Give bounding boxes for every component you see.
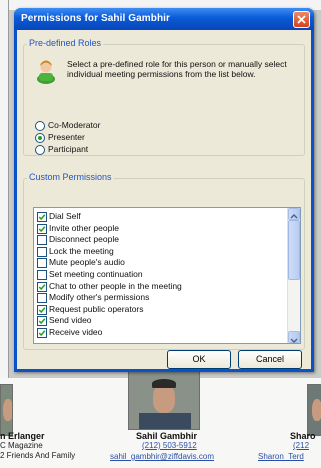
permissions-dialog: Permissions for Sahil Gambhir Pre-define… (14, 8, 314, 372)
cancel-button[interactable]: Cancel (238, 350, 302, 369)
checkbox[interactable] (37, 270, 47, 280)
scroll-up-button[interactable] (288, 208, 300, 220)
checkbox-checked[interactable] (37, 212, 47, 222)
permission-label: Receive video (49, 327, 103, 337)
checkmark-icon (38, 283, 46, 290)
scroll-thumb[interactable] (288, 220, 300, 280)
checkbox[interactable] (37, 246, 47, 257)
contact-photo-right[interactable] (307, 384, 321, 436)
radio-button[interactable] (35, 121, 45, 131)
checkbox[interactable] (37, 258, 47, 269)
checkbox-checked[interactable] (37, 304, 47, 315)
checkbox[interactable] (37, 235, 47, 246)
contact-phone-right[interactable]: (212 (293, 441, 309, 450)
custom-permissions-legend: Custom Permissions (27, 172, 114, 182)
dialog-title-bar[interactable]: Permissions for Sahil Gambhir (14, 8, 314, 30)
checkbox-checked[interactable] (37, 281, 47, 292)
permission-label: Invite other people (49, 222, 119, 233)
permission-label: Lock the meeting (49, 245, 114, 256)
chevron-down-icon (290, 338, 298, 343)
permission-label: Mute people's audio (49, 257, 125, 268)
contact-name-right: Sharo (290, 431, 316, 441)
permission-label: Set meeting continuation (49, 269, 143, 279)
contact-group-left: 2 Friends And Family (0, 451, 76, 460)
radio-button[interactable] (35, 145, 45, 155)
dialog-body: Pre-defined Roles Select a pre-defined r… (17, 30, 311, 369)
permission-label: Dial Self (49, 211, 81, 221)
checkbox-checked[interactable] (37, 328, 47, 338)
radio-button-selected[interactable] (35, 133, 45, 143)
contact-email-sahil[interactable]: sahil_gambhir@ziffdavis.com (110, 452, 214, 461)
checkbox[interactable] (37, 293, 47, 304)
user-icon (37, 60, 55, 84)
checkmark-icon (38, 318, 46, 325)
permission-label: Disconnect people (49, 234, 119, 245)
scroll-down-button[interactable] (288, 331, 300, 343)
contact-name-left: n Erlanger (0, 431, 45, 441)
role-description: Select a pre-defined role for this perso… (67, 59, 287, 79)
close-button[interactable] (293, 11, 310, 28)
permission-label: Send video (49, 315, 92, 326)
permissions-list[interactable]: Dial Self Invite other people Disconnect p… (33, 207, 301, 344)
dialog-title: Permissions for Sahil Gambhir (21, 13, 171, 24)
scrollbar[interactable] (287, 208, 300, 343)
contact-name-sahil: Sahil Gambhir (136, 431, 198, 441)
permission-label: Request public operators (49, 303, 144, 314)
contact-photo-sahil[interactable] (128, 370, 200, 430)
checkmark-icon (38, 307, 46, 313)
checkbox-checked[interactable] (37, 316, 47, 327)
contact-photo-left[interactable] (0, 384, 13, 436)
contact-email-right[interactable]: Sharon_Terd (258, 452, 304, 461)
checkmark-icon (38, 214, 46, 221)
ok-button[interactable]: OK (167, 350, 231, 369)
permission-label: Modify other's permissions (49, 292, 150, 303)
background-window-edge (0, 0, 9, 380)
close-icon (297, 15, 306, 24)
checkmark-icon (38, 225, 46, 232)
predefined-roles-legend: Pre-defined Roles (27, 38, 104, 48)
contact-phone-sahil[interactable]: (212) 503-5912 (142, 441, 197, 450)
contact-company-left: C Magazine (0, 441, 43, 450)
checkbox-checked[interactable] (37, 223, 47, 234)
permission-label: Chat to other people in the meeting (49, 280, 182, 291)
checkmark-icon (38, 330, 46, 337)
